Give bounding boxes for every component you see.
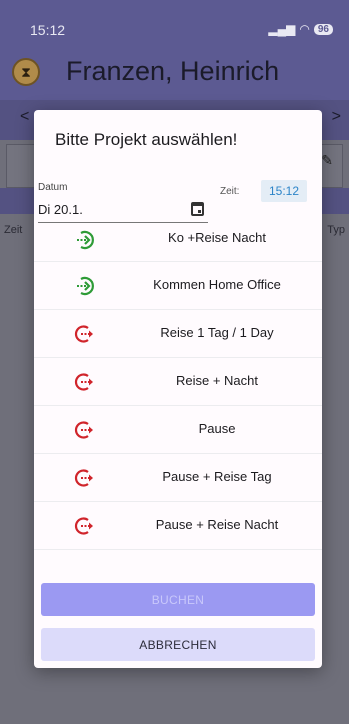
time-label: Zeit:	[220, 186, 240, 197]
project-list: Ko +Reise Nacht Kommen Home Office Reise 1…	[34, 225, 322, 550]
dialog-title: Bitte Projekt auswählen!	[55, 130, 238, 149]
column-typ: Typ	[327, 224, 345, 236]
project-item-label: Ko +Reise Nacht	[168, 230, 266, 245]
book-button[interactable]: BUCHEN	[41, 583, 315, 616]
user-name: Franzen, Heinrich	[66, 56, 280, 86]
login-icon	[74, 229, 96, 251]
project-item[interactable]: Reise 1 Tag / 1 Day	[34, 310, 322, 358]
project-select-dialog: Bitte Projekt auswählen! Datum Di 20.1. …	[34, 110, 322, 668]
column-zeit: Zeit	[4, 224, 23, 236]
logout-icon	[74, 515, 96, 537]
project-item[interactable]: Reise + Nacht	[34, 358, 322, 406]
edit-icon[interactable]: ✎	[321, 152, 333, 169]
project-item[interactable]: Ko +Reise Nacht	[34, 225, 322, 262]
status-icons: ▂▄▆ ◠ 96	[268, 22, 333, 36]
time-field[interactable]: 15:12	[261, 180, 307, 202]
app-header: ⧗ Franzen, Heinrich	[0, 46, 349, 100]
project-item[interactable]: Pause	[34, 406, 322, 454]
logout-icon	[74, 371, 96, 393]
nav-next-button[interactable]: >	[332, 108, 341, 126]
date-label: Datum	[38, 182, 68, 193]
project-item-label: Pause	[198, 421, 236, 436]
logout-icon	[74, 419, 96, 441]
project-item-label: Reise 1 Tag / 1 Day	[160, 325, 274, 340]
date-field[interactable]: Di 20.1.	[38, 202, 83, 217]
logout-icon	[74, 467, 96, 489]
cancel-button[interactable]: ABBRECHEN	[41, 628, 315, 661]
project-item-label: Kommen Home Office	[153, 277, 281, 292]
project-item-label: Pause + Reise Nacht	[155, 517, 279, 532]
status-bar: 15:12 ▂▄▆ ◠ 96	[0, 0, 349, 46]
signal-icon: ▂▄▆	[268, 22, 296, 36]
project-item[interactable]: Pause + Reise Tag	[34, 454, 322, 502]
wifi-icon: ◠	[299, 22, 310, 36]
project-item-label: Reise + Nacht	[175, 373, 258, 388]
project-item-label: Pause + Reise Tag	[162, 469, 272, 484]
nav-prev-button[interactable]: <	[20, 108, 29, 126]
battery-indicator: 96	[313, 23, 333, 35]
hourglass-logo-icon: ⧗	[12, 58, 40, 86]
project-item[interactable]: Kommen Home Office	[34, 262, 322, 310]
status-time: 15:12	[30, 22, 66, 38]
calendar-icon[interactable]	[191, 202, 204, 216]
date-underline	[38, 222, 208, 223]
logout-icon	[74, 323, 96, 345]
login-icon	[74, 275, 96, 297]
project-item[interactable]: Pause + Reise Nacht	[34, 502, 322, 550]
